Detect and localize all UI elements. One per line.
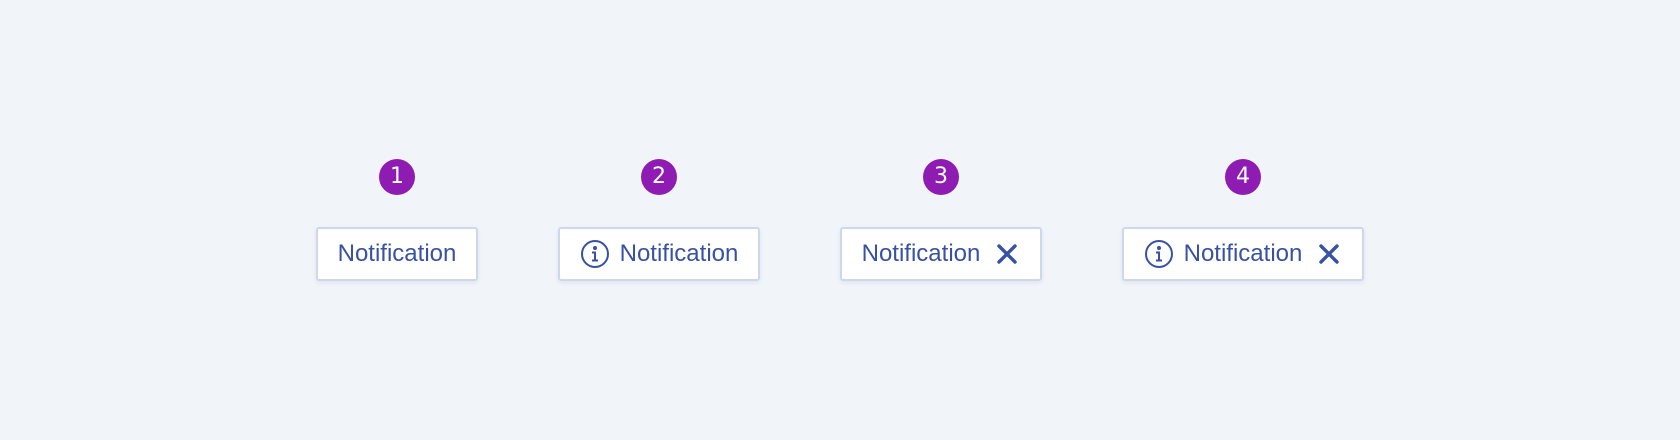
step-badge-3: 3 <box>923 159 959 195</box>
notification-label: Notification <box>1183 240 1303 267</box>
step-badge-2: 2 <box>641 159 677 195</box>
notification-label: Notification <box>337 240 457 267</box>
notification-label: Notification <box>861 240 981 267</box>
notification-chip-2[interactable]: Notification <box>558 227 760 281</box>
info-icon <box>580 239 610 269</box>
step-badge-4: 4 <box>1225 159 1261 195</box>
notification-chip-4[interactable]: Notification <box>1122 227 1364 281</box>
info-icon <box>1144 239 1174 269</box>
step-badge-1: 1 <box>379 159 415 195</box>
close-icon[interactable] <box>994 241 1020 267</box>
notification-chip-3[interactable]: Notification <box>840 227 1042 281</box>
notification-chip-1[interactable]: Notification <box>316 227 478 281</box>
close-icon[interactable] <box>1316 241 1342 267</box>
notification-label: Notification <box>619 240 739 267</box>
